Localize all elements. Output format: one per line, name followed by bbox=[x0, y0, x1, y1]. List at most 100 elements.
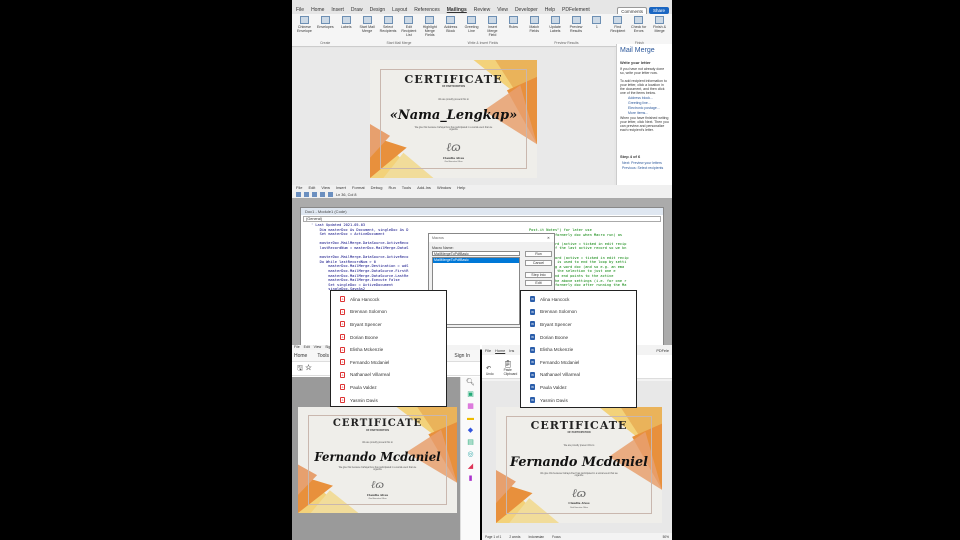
menu-file[interactable]: File bbox=[294, 345, 300, 350]
tab-layout[interactable]: Layout bbox=[392, 7, 407, 13]
labels-button[interactable]: Labels bbox=[338, 16, 355, 44]
envelopes-button[interactable]: Envelopes bbox=[317, 16, 334, 44]
tab-pdfelement[interactable]: PDFele bbox=[656, 349, 669, 353]
save-icon[interactable]: 🖫 bbox=[297, 365, 303, 372]
list-item[interactable]: ⅄ Paula Valdez bbox=[331, 381, 446, 394]
list-item[interactable]: ⅄ Dorian Boone bbox=[331, 331, 446, 344]
select-recipients-button[interactable]: Select Recipients bbox=[380, 16, 397, 44]
macro-list-item[interactable]: MailMergeToPdfBasic bbox=[433, 258, 519, 263]
preview-results-button[interactable]: Preview Results bbox=[568, 16, 585, 44]
list-item[interactable]: W Nathanael Villarreal bbox=[521, 369, 636, 382]
menu-view[interactable]: View bbox=[314, 345, 322, 350]
menu-add-ins[interactable]: Add-Ins bbox=[417, 185, 431, 191]
start-mail-merge-button[interactable]: Start Mail Merge bbox=[359, 16, 376, 44]
update-labels-button[interactable]: Update Labels bbox=[547, 16, 564, 44]
list-item[interactable]: W Dorian Boone bbox=[521, 331, 636, 344]
star-icon[interactable]: ☆ bbox=[305, 365, 312, 372]
more-tools-icon[interactable]: ▮ bbox=[461, 473, 480, 485]
tab-review[interactable]: Review bbox=[474, 7, 490, 13]
tab-home[interactable]: Home bbox=[311, 7, 324, 13]
organize-icon[interactable]: ▦ bbox=[461, 401, 480, 413]
find-recipient-button[interactable]: Find Recipient bbox=[609, 16, 626, 44]
match-fields-button[interactable]: Match Fields bbox=[526, 16, 543, 44]
run-icon[interactable] bbox=[304, 192, 309, 197]
reset-icon[interactable] bbox=[320, 192, 325, 197]
electronic-postage-link[interactable]: Electronic postage... bbox=[628, 106, 669, 110]
previous-link[interactable]: Previous: Select recipients bbox=[622, 166, 669, 170]
menu-run[interactable]: Run bbox=[388, 185, 395, 191]
next-link[interactable]: Next: Preview your letters bbox=[622, 161, 669, 165]
macro-name-input[interactable]: MailMergeToPdfBasic bbox=[432, 251, 520, 256]
chinese-envelope-button[interactable]: Chinese Envelope bbox=[296, 16, 313, 44]
highlight-merge-fields-button[interactable]: Highlight Merge Fields bbox=[421, 16, 438, 44]
menu-window[interactable]: Window bbox=[437, 185, 451, 191]
zoom-icon[interactable]: 🔍︎ bbox=[461, 377, 480, 389]
check-for-errors-button[interactable]: Check for Errors bbox=[630, 16, 647, 44]
fill-sign-icon[interactable]: ▤ bbox=[461, 437, 480, 449]
menu-insert[interactable]: Insert bbox=[336, 185, 346, 191]
tab-file[interactable]: File bbox=[485, 349, 491, 353]
edit-pdf-icon[interactable]: ◆ bbox=[461, 425, 480, 437]
insert-merge-field-button[interactable]: Insert Merge Field bbox=[484, 16, 501, 44]
comment-icon[interactable]: ▬ bbox=[461, 413, 480, 425]
focus-button[interactable]: Focus bbox=[552, 535, 561, 539]
close-icon[interactable]: ✕ bbox=[547, 236, 550, 240]
list-item[interactable]: ⅄ Yasmin Davis bbox=[331, 394, 446, 407]
object-combo[interactable]: (General) bbox=[303, 216, 661, 222]
tab-view[interactable]: View bbox=[497, 7, 508, 13]
menu-tools[interactable]: Tools bbox=[402, 185, 411, 191]
menu-format[interactable]: Format bbox=[352, 185, 365, 191]
1-button[interactable]: 1 bbox=[588, 16, 605, 44]
list-item[interactable]: ⅄ Fernando Mcdaniel bbox=[331, 356, 446, 369]
list-item[interactable]: ⅄ Elisha Mckenzie bbox=[331, 343, 446, 356]
edit-button[interactable]: Edit bbox=[525, 280, 552, 286]
menu-edit[interactable]: Edit bbox=[308, 185, 315, 191]
paste-icon[interactable]: 📋︎ bbox=[504, 360, 518, 368]
sign-in-button[interactable]: Sign In bbox=[454, 353, 470, 359]
list-item[interactable]: ⅄ Alina Hancock bbox=[331, 293, 446, 306]
sign-icon[interactable]: ◢ bbox=[461, 461, 480, 473]
tab-insert[interactable]: Ins bbox=[509, 349, 514, 353]
rules-button[interactable]: Rules bbox=[505, 16, 522, 44]
language[interactable]: Indonesian bbox=[528, 535, 544, 539]
break-icon[interactable] bbox=[312, 192, 317, 197]
tab-tools[interactable]: Tools bbox=[317, 353, 329, 359]
share-button[interactable]: Share bbox=[648, 7, 669, 14]
list-item[interactable]: W Yasmin Davis bbox=[521, 394, 636, 407]
save-icon[interactable] bbox=[296, 192, 301, 197]
step-into-button[interactable]: Step Into bbox=[525, 272, 552, 278]
export-pdf-icon[interactable]: ▣ bbox=[461, 389, 480, 401]
greeting-line-button[interactable]: Greeting Line bbox=[463, 16, 480, 44]
cancel-button[interactable]: Cancel bbox=[525, 260, 552, 266]
protect-icon[interactable]: ◎ bbox=[461, 449, 480, 461]
finish-merge-button[interactable]: Finish & Merge bbox=[651, 16, 668, 44]
tab-home[interactable]: Home bbox=[294, 353, 307, 359]
menu-edit[interactable]: Edit bbox=[304, 345, 310, 350]
tab-insert[interactable]: Insert bbox=[331, 7, 344, 13]
tab-home[interactable]: Home bbox=[495, 349, 505, 353]
list-item[interactable]: ⅄ Bryant Spencer bbox=[331, 318, 446, 331]
tab-mailings[interactable]: Mailings bbox=[447, 7, 467, 13]
list-item[interactable]: ⅄ Brennan Solomon bbox=[331, 306, 446, 319]
list-item[interactable]: W Paula Valdez bbox=[521, 381, 636, 394]
menu-view[interactable]: View bbox=[321, 185, 330, 191]
more-items-link[interactable]: More items... bbox=[628, 111, 669, 115]
undo-icon[interactable]: ↶ bbox=[486, 365, 494, 372]
tab-draw[interactable]: Draw bbox=[351, 7, 363, 13]
tab-file[interactable]: File bbox=[296, 7, 304, 13]
menu-file[interactable]: File bbox=[296, 185, 302, 191]
tab-design[interactable]: Design bbox=[370, 7, 386, 13]
list-item[interactable]: W Fernando Mcdaniel bbox=[521, 356, 636, 369]
list-item[interactable]: ⅄ Nathanael Villarreal bbox=[331, 369, 446, 382]
tab-developer[interactable]: Developer bbox=[515, 7, 538, 13]
tab-references[interactable]: References bbox=[414, 7, 440, 13]
menu-help[interactable]: Help bbox=[457, 185, 465, 191]
address-block-link[interactable]: Address block... bbox=[628, 96, 669, 100]
tab-pdfelement[interactable]: PDFelement bbox=[562, 7, 590, 13]
list-item[interactable]: W Brennan Solomon bbox=[521, 306, 636, 319]
tab-help[interactable]: Help bbox=[545, 7, 555, 13]
list-item[interactable]: W Alina Hancock bbox=[521, 293, 636, 306]
zoom-level[interactable]: 50% bbox=[663, 535, 669, 539]
menu-debug[interactable]: Debug bbox=[371, 185, 383, 191]
address-block-button[interactable]: Address Block bbox=[442, 16, 459, 44]
